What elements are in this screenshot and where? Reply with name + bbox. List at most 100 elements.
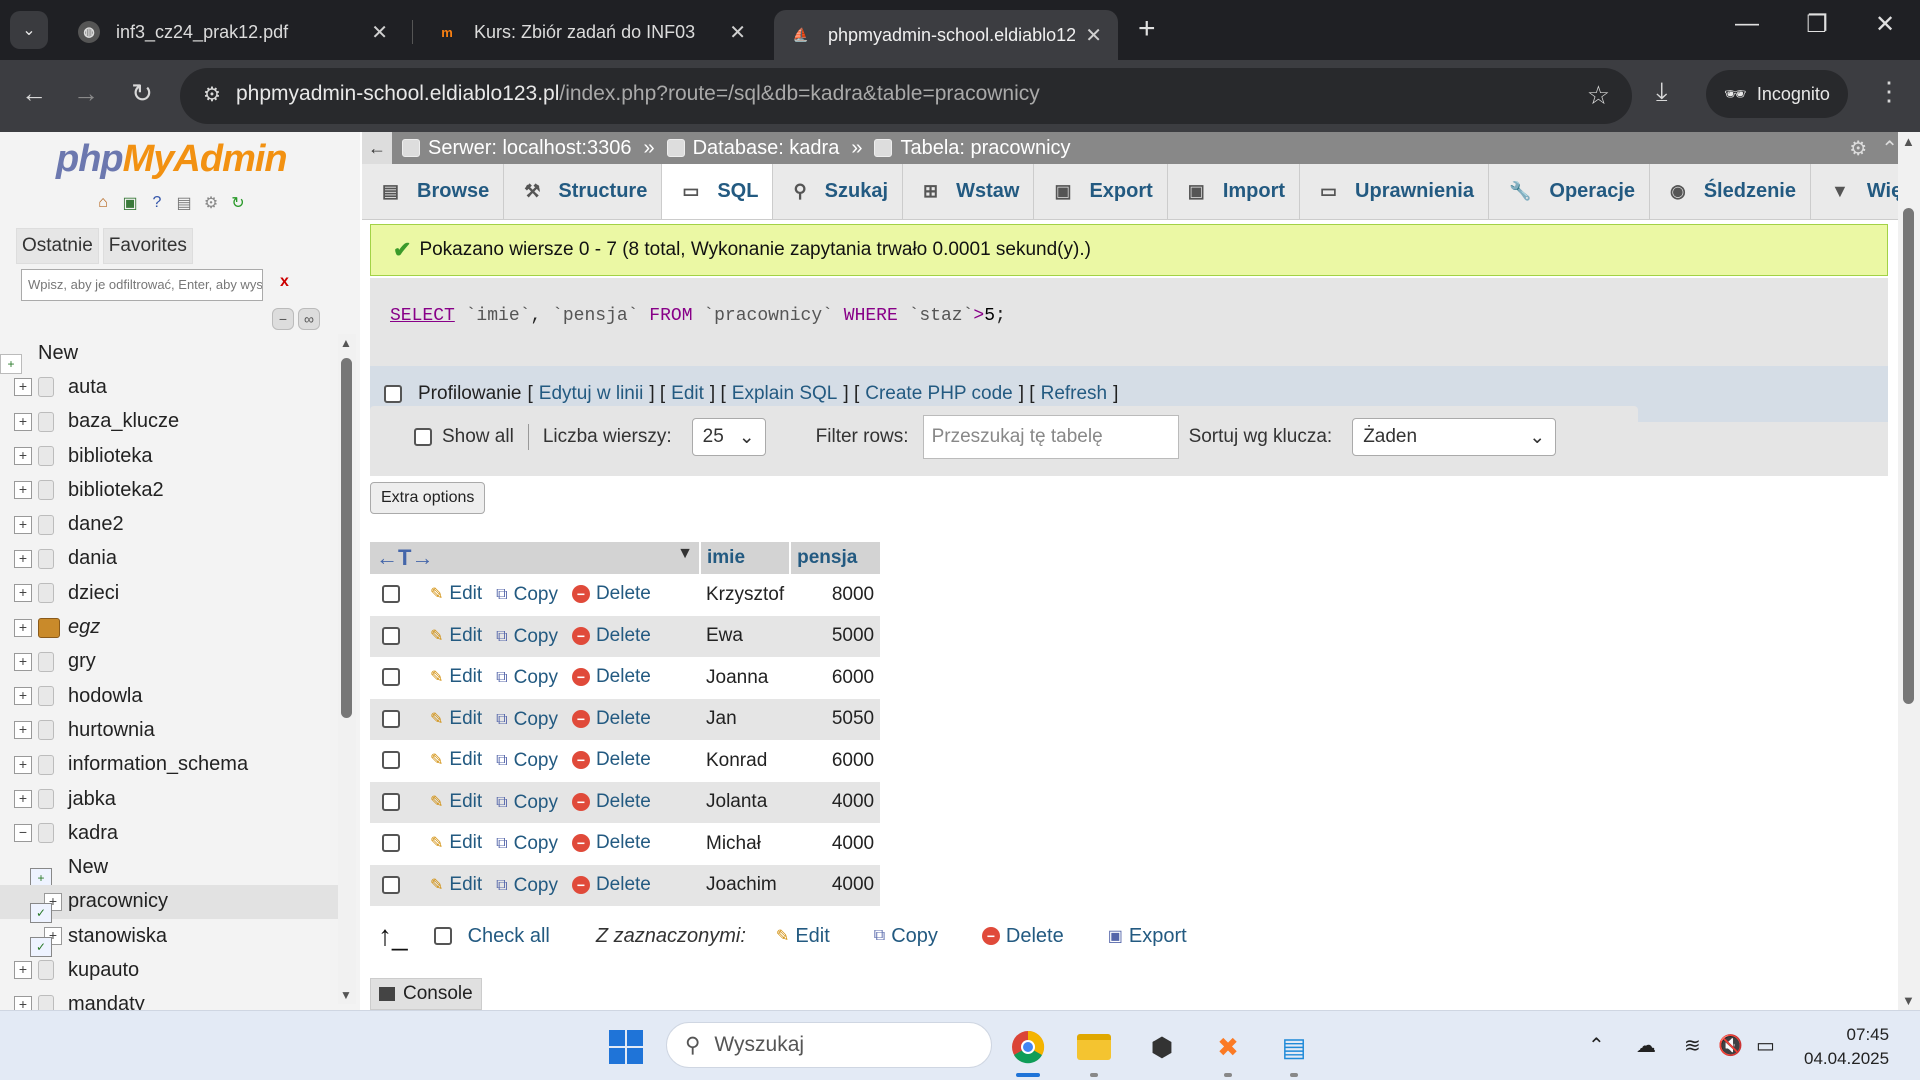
close-icon[interactable]: ✕ (1085, 23, 1102, 48)
incognito-badge[interactable]: 🕶 Incognito (1706, 70, 1848, 118)
create-php-code-link[interactable]: Create PHP code (865, 383, 1013, 405)
collapse-nav-button[interactable]: ← (362, 132, 392, 164)
row-checkbox[interactable] (382, 792, 400, 811)
tree-item-jabka[interactable]: + jabka (0, 782, 340, 816)
home-icon[interactable]: ⌂ (92, 192, 114, 214)
tab-privileges[interactable]: ▭ Uprawnienia (1300, 164, 1489, 219)
tray-overflow-icon[interactable]: ⌃ (1588, 1033, 1605, 1058)
console-toggle[interactable]: Console (370, 978, 482, 1010)
main-scroll-thumb[interactable] (1903, 208, 1914, 704)
forward-button[interactable]: → (66, 78, 106, 109)
scroll-up-icon[interactable]: ▲ (1902, 134, 1915, 149)
start-button[interactable] (608, 1029, 644, 1065)
column-arrows-icon[interactable]: ←T→ (376, 545, 433, 570)
tree-item-hurtownia[interactable]: + hurtownia (0, 713, 340, 747)
cell-pensja[interactable]: 4000 (790, 781, 881, 823)
cell-imie[interactable]: Michał (700, 823, 791, 865)
bulk-edit-button[interactable]: ✎ Edit (776, 925, 830, 948)
row-checkbox[interactable] (382, 709, 400, 728)
cell-pensja[interactable]: 5000 (790, 615, 881, 657)
column-header-pensja[interactable]: pensja (789, 542, 881, 574)
refresh-link[interactable]: Refresh (1041, 383, 1108, 405)
cell-imie[interactable]: Jan (700, 698, 791, 740)
tree-item-dane2[interactable]: + dane2 (0, 507, 340, 541)
file-explorer-icon[interactable] (1076, 1029, 1112, 1065)
row-delete-button[interactable]: − Delete (571, 583, 651, 605)
bulk-copy-button[interactable]: ⧉ Copy (874, 925, 938, 948)
sql-query[interactable]: SELECT `imie`, `pensja` FROM `pracownicy… (390, 306, 1006, 326)
edit-link[interactable]: Edit (671, 383, 704, 405)
expand-icon[interactable]: + (14, 549, 32, 568)
collapse-top-icon[interactable]: ⌃ (1881, 136, 1898, 161)
check-all-checkbox[interactable] (433, 927, 452, 945)
profiling-checkbox[interactable] (384, 385, 402, 403)
tree-item-mandaty[interactable]: + mandaty (0, 988, 340, 1010)
settings-icon[interactable]: ⚙ (200, 192, 222, 214)
expand-icon[interactable]: + (14, 584, 32, 603)
tree-item-kadra[interactable]: − kadra (0, 816, 340, 850)
row-edit-button[interactable]: ✎ Edit (430, 749, 482, 771)
new-tab-button[interactable]: + (1138, 12, 1156, 46)
row-checkbox[interactable] (382, 875, 400, 894)
bulk-export-button[interactable]: ▣ Export (1108, 925, 1187, 948)
breadcrumb-server[interactable]: Serwer: localhost:3306 (402, 137, 631, 160)
tab-import[interactable]: ▣ Import (1168, 164, 1301, 219)
row-checkbox[interactable] (382, 585, 400, 604)
chrome-taskbar-icon[interactable] (1010, 1029, 1046, 1065)
row-copy-button[interactable]: ⧉ Copy (496, 792, 558, 814)
tab-browse[interactable]: ▤ Browse (362, 164, 505, 219)
expand-icon[interactable]: + (14, 481, 32, 500)
row-copy-button[interactable]: ⧉ Copy (496, 667, 558, 689)
volume-muted-icon[interactable]: 🔇 (1718, 1033, 1743, 1058)
breadcrumb-database[interactable]: Database: kadra (666, 137, 839, 160)
collapse-all-icon[interactable]: − (272, 308, 294, 330)
reload-button[interactable]: ↻ (122, 78, 162, 109)
row-delete-button[interactable]: − Delete (571, 625, 651, 647)
column-header-imie[interactable]: imie (698, 542, 791, 574)
taskbar-clock[interactable]: 07:45 04.04.2025 (1804, 1023, 1889, 1071)
expand-icon[interactable]: + (14, 447, 32, 466)
row-delete-button[interactable]: − Delete (571, 832, 651, 854)
expand-icon[interactable]: + (14, 652, 32, 671)
expand-icon[interactable]: + (14, 755, 32, 774)
options-dropdown-icon[interactable]: ▼ (677, 545, 693, 563)
row-delete-button[interactable]: − Delete (571, 874, 651, 896)
onedrive-icon[interactable]: ☁ (1636, 1033, 1656, 1058)
tab-tracking[interactable]: ◉ Śledzenie (1650, 164, 1811, 219)
browser-tab-pdf[interactable]: ◍ inf3_cz24_prak12.pdf ✕ (62, 10, 404, 54)
notepad-taskbar-icon[interactable]: ▤ (1276, 1029, 1312, 1065)
cell-pensja[interactable]: 5050 (790, 698, 881, 740)
scroll-down-icon[interactable]: ▼ (340, 988, 352, 1002)
address-bar[interactable]: ⚙ phpmyadmin-school.eldiablo123.pl/index… (180, 68, 1632, 124)
cell-imie[interactable]: Krzysztof (700, 574, 791, 616)
link-icon[interactable]: ∞ (298, 308, 320, 330)
edit-inline-link[interactable]: Edytuj w linii (539, 383, 644, 405)
expand-icon[interactable]: + (14, 790, 32, 808)
back-button[interactable]: ← (14, 78, 54, 109)
row-edit-button[interactable]: ✎ Edit (430, 708, 482, 730)
tree-item-dania[interactable]: + dania (0, 542, 340, 576)
row-edit-button[interactable]: ✎ Edit (430, 791, 482, 813)
row-copy-button[interactable]: ⧉ Copy (496, 626, 558, 648)
tree-item-egz[interactable]: + egz (0, 610, 340, 644)
tree-item-gry[interactable]: + gry (0, 645, 340, 679)
collapse-icon[interactable]: − (14, 824, 32, 843)
row-delete-button[interactable]: − Delete (571, 666, 651, 688)
cell-imie[interactable]: Jolanta (700, 781, 791, 823)
row-copy-button[interactable]: ⧉ Copy (496, 709, 558, 731)
tree-item-auta[interactable]: + auta (0, 370, 340, 404)
tree-item-stanowiska[interactable]: + ✓ stanowiska (0, 919, 340, 958)
tree-item-kupauto[interactable]: + kupauto (0, 953, 340, 987)
reload-nav-icon[interactable]: ↻ (227, 192, 249, 214)
virtualbox-taskbar-icon[interactable]: ⬢ (1144, 1029, 1180, 1065)
row-copy-button[interactable]: ⧉ Copy (496, 584, 558, 606)
tree-item-pracownicy[interactable]: + ✓ pracownicy (0, 884, 340, 923)
tab-operations[interactable]: 🔧 Operacje (1489, 164, 1650, 219)
row-delete-button[interactable]: − Delete (571, 749, 651, 771)
logout-icon[interactable]: ▣ (119, 192, 141, 214)
recent-tab[interactable]: Ostatnie (16, 228, 99, 264)
tab-export[interactable]: ▣ Export (1034, 164, 1168, 219)
extra-options-button[interactable]: Extra options (370, 482, 486, 514)
clear-filter-button[interactable]: x (280, 273, 289, 291)
docs-icon[interactable]: ▤ (173, 192, 195, 214)
